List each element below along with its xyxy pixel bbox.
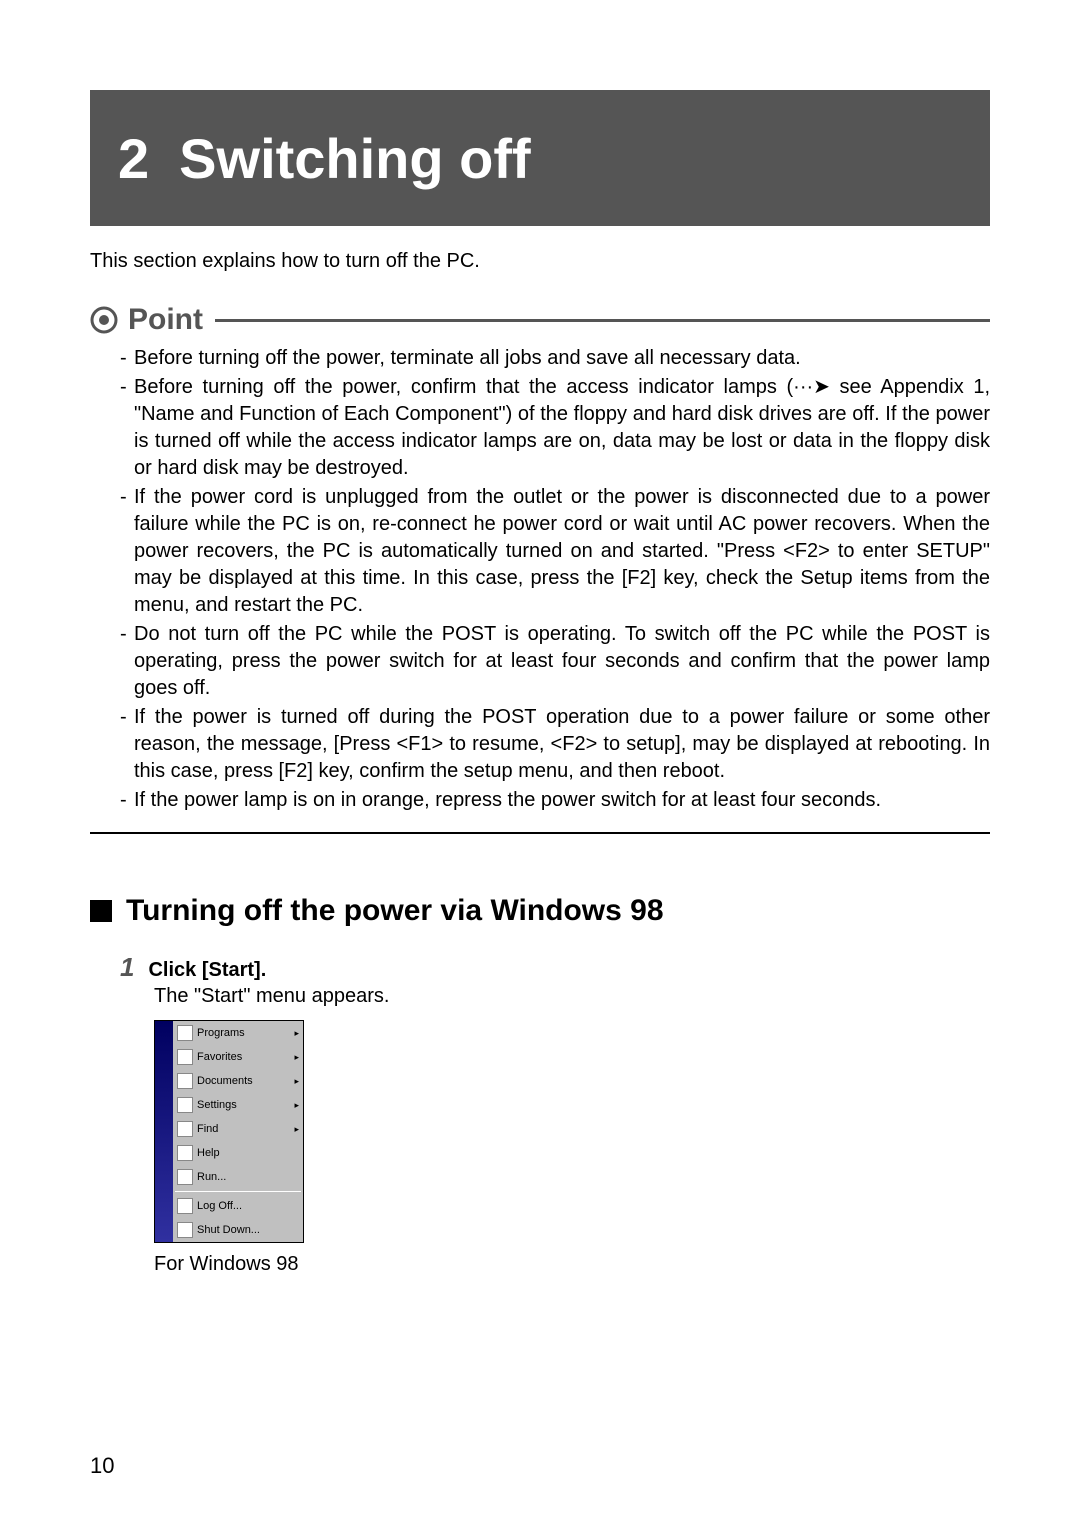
chapter-title: Switching off <box>179 126 531 191</box>
menu-item-label: Settings <box>197 1099 294 1111</box>
menu-item-label: Help <box>197 1147 299 1159</box>
subsection-heading: Turning off the power via Windows 98 <box>90 894 990 928</box>
point-label: Point <box>128 303 203 337</box>
point-heading: Point <box>90 303 990 337</box>
shutdown-icon <box>177 1222 193 1238</box>
help-icon <box>177 1145 193 1161</box>
menu-item-shutdown: Shut Down... <box>173 1218 303 1242</box>
chapter-banner: 2 Switching off <box>90 90 990 226</box>
documents-icon <box>177 1073 193 1089</box>
programs-icon <box>177 1025 193 1041</box>
menu-item-label: Programs <box>197 1027 294 1039</box>
menu-item-programs: Programs ▸ <box>173 1021 303 1045</box>
menu-item-label: Documents <box>197 1075 294 1087</box>
submenu-arrow-icon: ▸ <box>294 1076 299 1087</box>
point-bullets: Before turning off the power, terminate … <box>90 345 990 814</box>
bullet-item: If the power cord is unplugged from the … <box>120 484 990 619</box>
favorites-icon <box>177 1049 193 1065</box>
submenu-arrow-icon: ▸ <box>294 1124 299 1135</box>
divider <box>90 832 990 834</box>
bullet-item: Do not turn off the PC while the POST is… <box>120 621 990 702</box>
submenu-arrow-icon: ▸ <box>294 1100 299 1111</box>
step-number: 1 <box>120 952 134 983</box>
point-rule <box>215 319 990 322</box>
menu-item-logoff: Log Off... <box>173 1194 303 1218</box>
square-bullet-icon <box>90 900 112 922</box>
start-menu-brand: Windows98 <box>143 1172 157 1238</box>
start-menu-screenshot: Windows98 Programs ▸ Favorites ▸ Documen… <box>154 1020 304 1243</box>
menu-item-favorites: Favorites ▸ <box>173 1045 303 1069</box>
start-menu-sidebar: Windows98 <box>155 1021 173 1242</box>
submenu-arrow-icon: ▸ <box>294 1028 299 1039</box>
menu-separator <box>175 1191 301 1192</box>
logoff-icon <box>177 1198 193 1214</box>
run-icon <box>177 1169 193 1185</box>
menu-item-label: Run... <box>197 1171 299 1183</box>
page-number: 10 <box>90 1453 114 1479</box>
menu-item-label: Log Off... <box>197 1200 299 1212</box>
step-label: Click [Start]. <box>148 959 266 982</box>
menu-item-run: Run... <box>173 1165 303 1189</box>
menu-item-label: Favorites <box>197 1051 294 1063</box>
submenu-arrow-icon: ▸ <box>294 1052 299 1063</box>
intro-text: This section explains how to turn off th… <box>90 250 990 273</box>
target-icon <box>90 306 118 334</box>
menu-item-settings: Settings ▸ <box>173 1093 303 1117</box>
step-desc: The "Start" menu appears. <box>120 985 990 1008</box>
bullet-item: Before turning off the power, confirm th… <box>120 374 990 482</box>
bullet-item: If the power is turned off during the PO… <box>120 704 990 785</box>
settings-icon <box>177 1097 193 1113</box>
figure-caption: For Windows 98 <box>154 1253 990 1276</box>
menu-item-label: Shut Down... <box>197 1224 299 1236</box>
subsection-title: Turning off the power via Windows 98 <box>126 894 664 928</box>
bullet-item: If the power lamp is on in orange, repre… <box>120 787 990 814</box>
menu-item-documents: Documents ▸ <box>173 1069 303 1093</box>
menu-item-find: Find ▸ <box>173 1117 303 1141</box>
step-1: 1 Click [Start]. The "Start" menu appear… <box>90 952 990 1008</box>
bullet-item: Before turning off the power, terminate … <box>120 345 990 372</box>
find-icon <box>177 1121 193 1137</box>
menu-item-help: Help <box>173 1141 303 1165</box>
chapter-number: 2 <box>118 126 149 191</box>
menu-item-label: Find <box>197 1123 294 1135</box>
